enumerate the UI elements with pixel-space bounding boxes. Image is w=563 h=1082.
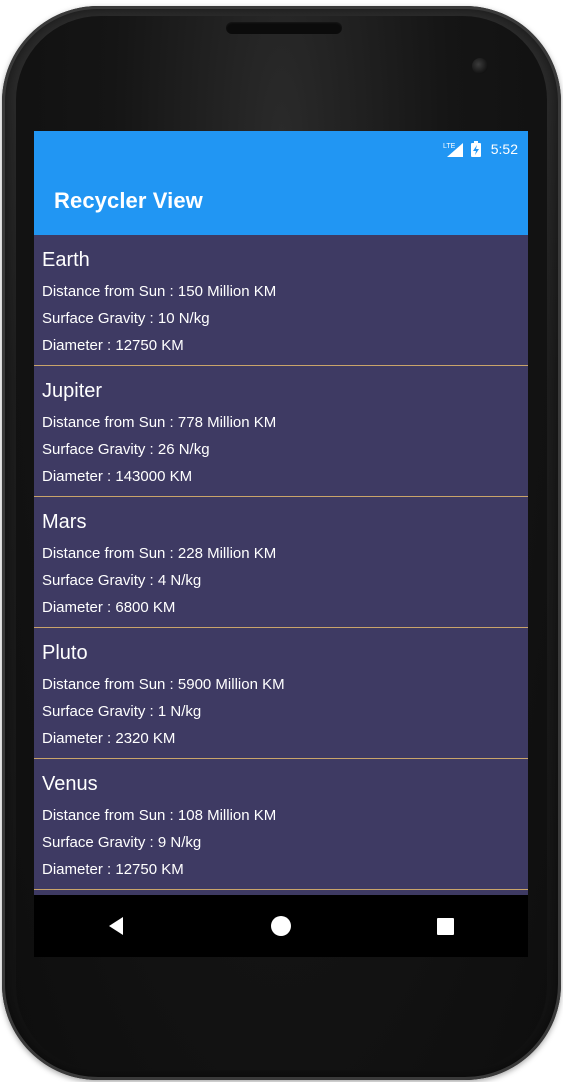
planet-distance: Distance from Sun : 150 Million KM [42, 283, 277, 300]
planet-diameter: Diameter : 12750 KM [42, 861, 184, 878]
planet-diameter: Diameter : 6800 KM [42, 599, 176, 616]
planet-gravity: Surface Gravity : 26 N/kg [42, 441, 210, 458]
planet-distance: Distance from Sun : 108 Million KM [42, 807, 277, 824]
proximity-sensor [66, 64, 94, 72]
list-item-pluto[interactable]: Pluto Distance from Sun : 5900 Million K… [34, 628, 528, 759]
status-clock: 5:52 [490, 140, 518, 157]
planet-recycler-list[interactable]: Earth Distance from Sun : 150 Million KM… [34, 235, 528, 891]
back-button[interactable] [86, 906, 146, 946]
planet-gravity: Surface Gravity : 4 N/kg [42, 572, 202, 589]
planet-distance: Distance from Sun : 228 Million KM [42, 545, 277, 562]
lte-label: LTE [443, 143, 456, 150]
planet-distance: Distance from Sun : 778 Million KM [42, 414, 277, 431]
planet-diameter: Diameter : 143000 KM [42, 468, 193, 485]
back-triangle-icon [109, 917, 124, 935]
planet-distance: Distance from Sun : 5900 Million KM [42, 676, 285, 693]
home-button[interactable] [251, 906, 311, 946]
toolbar-title: Recycler View [54, 187, 203, 213]
earpiece-speaker [226, 22, 342, 34]
planet-gravity: Surface Gravity : 9 N/kg [42, 834, 202, 851]
system-navigation-bar [34, 895, 528, 957]
planet-name: Mars [42, 511, 87, 533]
list-item-jupiter[interactable]: Jupiter Distance from Sun : 778 Million … [34, 366, 528, 497]
battery-charging-icon [470, 140, 481, 157]
list-item-earth[interactable]: Earth Distance from Sun : 150 Million KM… [34, 235, 528, 366]
planet-name: Venus [42, 773, 98, 795]
front-camera-icon [472, 58, 488, 74]
device-stage: LTE 5:52 Recycler View Earth Distance fr… [0, 0, 563, 1082]
planet-diameter: Diameter : 12750 KM [42, 337, 184, 354]
planet-name: Jupiter [42, 380, 103, 402]
app-toolbar: Recycler View [34, 166, 528, 235]
recents-button[interactable] [416, 906, 476, 946]
list-item-venus[interactable]: Venus Distance from Sun : 108 Million KM… [34, 759, 528, 890]
home-circle-icon [270, 916, 291, 936]
recents-square-icon [437, 917, 455, 935]
planet-gravity: Surface Gravity : 1 N/kg [42, 703, 202, 720]
status-icons: LTE 5:52 [443, 140, 518, 157]
planet-name: Earth [42, 249, 90, 271]
lte-signal-icon: LTE [443, 141, 465, 157]
app-screen: LTE 5:52 Recycler View Earth Distance fr… [34, 131, 528, 957]
planet-diameter: Diameter : 2320 KM [42, 730, 176, 747]
planet-gravity: Surface Gravity : 10 N/kg [42, 310, 210, 327]
planet-name: Pluto [42, 642, 88, 664]
status-bar: LTE 5:52 [34, 131, 528, 166]
list-item-mars[interactable]: Mars Distance from Sun : 228 Million KM … [34, 497, 528, 628]
